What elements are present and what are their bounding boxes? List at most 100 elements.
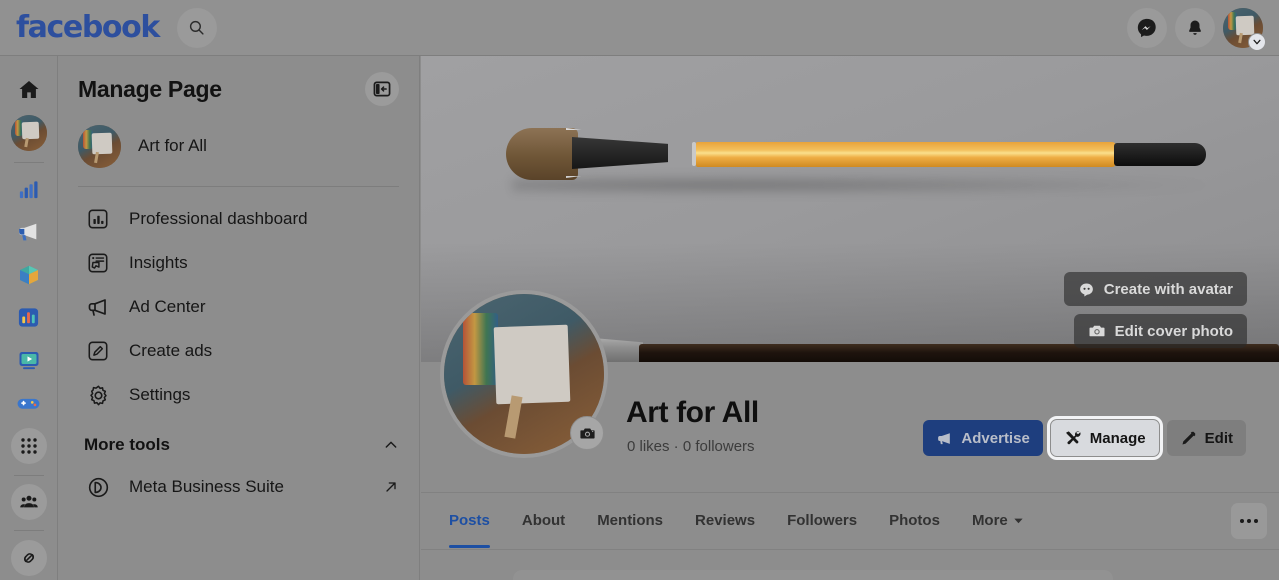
profile-picture-container xyxy=(440,290,608,458)
insights-icon xyxy=(84,252,112,274)
sidebar-item-professional-dashboard[interactable]: Professional dashboard xyxy=(78,197,399,241)
tab-more[interactable]: More xyxy=(956,493,1040,548)
page-action-buttons: Advertise Manage Edit xyxy=(923,416,1246,460)
edit-label: Edit xyxy=(1204,429,1233,447)
avatar-icon xyxy=(1078,281,1095,298)
messenger-icon xyxy=(1136,17,1158,39)
home-icon xyxy=(17,78,41,102)
camera-icon xyxy=(1088,322,1106,340)
manage-label: Manage xyxy=(1089,429,1146,447)
sidebar-page-row[interactable]: Art for All xyxy=(78,124,399,168)
rail-item-all-shortcuts[interactable] xyxy=(7,426,51,467)
rail-item-home[interactable] xyxy=(7,70,51,111)
create-with-avatar-button[interactable]: Create with avatar xyxy=(1063,272,1247,306)
megaphone-icon xyxy=(84,295,112,319)
page-tabs-bar: Posts About Mentions Reviews Followers P… xyxy=(421,492,1279,548)
collapse-panel-button[interactable] xyxy=(365,72,399,106)
rail-divider-3 xyxy=(13,530,44,532)
tab-reviews[interactable]: Reviews xyxy=(679,493,771,548)
rail-divider xyxy=(13,161,44,163)
more-tools-label: More tools xyxy=(84,435,170,454)
posts-content-area xyxy=(421,549,1279,580)
rail-item-ad-center[interactable] xyxy=(7,211,51,252)
rail-item-professional-dashboard[interactable] xyxy=(7,169,51,210)
tab-label: Followers xyxy=(787,512,858,529)
sidebar-item-ad-center[interactable]: Ad Center xyxy=(78,285,399,329)
facebook-logo[interactable]: facebook xyxy=(16,12,160,43)
rail-item-video[interactable] xyxy=(7,340,51,381)
rail-item-marketplace[interactable] xyxy=(7,254,51,295)
page-root: facebook Manage Page Art for All Profess… xyxy=(0,0,1279,580)
megaphone-icon xyxy=(16,219,41,244)
composer-card[interactable] xyxy=(513,570,1113,580)
bell-icon xyxy=(1185,18,1205,38)
bar-chart-icon xyxy=(17,178,40,201)
rail-item-groups[interactable] xyxy=(7,481,51,522)
top-navigation-bar: facebook xyxy=(0,0,1279,56)
manage-page-sidebar: Manage Page Art for All Professional das… xyxy=(58,56,420,580)
tab-posts[interactable]: Posts xyxy=(433,493,506,548)
tab-label: More xyxy=(971,512,1008,529)
dashboard-icon xyxy=(84,208,112,230)
pencil-square-icon xyxy=(84,340,112,362)
tab-label: About xyxy=(521,512,566,529)
collapse-panel-icon xyxy=(373,80,391,98)
page-avatar xyxy=(78,124,121,168)
notifications-button[interactable] xyxy=(1175,7,1215,48)
tab-label: Posts xyxy=(449,512,490,529)
messenger-button[interactable] xyxy=(1127,7,1167,48)
rail-item-links[interactable] xyxy=(7,537,51,578)
sidebar-divider xyxy=(78,186,399,187)
left-icon-rail xyxy=(0,56,58,580)
tab-label: Photos xyxy=(889,512,940,529)
pencil-icon xyxy=(1180,430,1197,447)
account-menu-button[interactable] xyxy=(1223,7,1266,51)
groups-icon xyxy=(10,483,47,520)
tab-label: Mentions xyxy=(597,512,664,529)
tab-about[interactable]: About xyxy=(506,493,581,548)
rail-item-insights[interactable] xyxy=(7,297,51,338)
edit-button[interactable]: Edit xyxy=(1166,420,1246,456)
meta-business-suite-icon xyxy=(84,476,112,499)
search-icon xyxy=(188,19,205,36)
sidebar-item-label: Create ads xyxy=(129,341,213,360)
more-tools-section-header[interactable]: More tools xyxy=(78,425,399,465)
search-button[interactable] xyxy=(176,7,217,48)
tabs-more-options-button[interactable] xyxy=(1231,502,1267,539)
sidebar-item-label: Settings xyxy=(129,385,191,404)
sidebar-item-label: Insights xyxy=(129,253,188,272)
create-with-avatar-label: Create with avatar xyxy=(1103,280,1233,298)
grid-menu-icon xyxy=(10,428,47,465)
sidebar-item-label: Professional dashboard xyxy=(129,209,308,228)
manage-button[interactable]: Manage xyxy=(1046,416,1163,460)
profile-avatar-icon xyxy=(10,115,47,152)
edit-cover-photo-button[interactable]: Edit cover photo xyxy=(1073,314,1247,348)
cover-photo-actions: Create with avatar Edit cover photo xyxy=(1063,272,1247,348)
page-name-label: Art for All xyxy=(138,136,207,155)
tab-photos[interactable]: Photos xyxy=(873,493,956,548)
rail-item-profile[interactable] xyxy=(7,113,51,154)
sidebar-item-label: Meta Business Suite xyxy=(129,477,284,496)
sidebar-item-meta-business-suite[interactable]: Meta Business Suite xyxy=(78,465,399,509)
sidebar-header: Manage Page xyxy=(78,72,399,106)
tab-label: Reviews xyxy=(695,512,756,529)
advertise-label: Advertise xyxy=(961,429,1030,447)
page-stats: 0 likes · 0 followers xyxy=(627,438,755,455)
sidebar-item-label: Ad Center xyxy=(129,297,206,316)
tab-followers[interactable]: Followers xyxy=(771,493,873,548)
rail-item-gaming[interactable] xyxy=(7,383,51,424)
gaming-icon xyxy=(16,391,41,416)
sidebar-item-create-ads[interactable]: Create ads xyxy=(78,329,399,373)
rail-divider-2 xyxy=(13,474,44,476)
cube-icon xyxy=(17,263,41,287)
edit-profile-picture-button[interactable] xyxy=(570,416,604,450)
advertise-button[interactable]: Advertise xyxy=(923,420,1043,456)
more-options-icon xyxy=(1240,518,1258,523)
edit-cover-photo-label: Edit cover photo xyxy=(1114,322,1233,340)
sidebar-item-settings[interactable]: Settings xyxy=(78,373,399,417)
video-icon xyxy=(17,348,41,372)
megaphone-icon xyxy=(936,430,953,447)
tab-mentions[interactable]: Mentions xyxy=(581,493,679,548)
caret-down-icon xyxy=(1013,515,1024,526)
sidebar-item-insights[interactable]: Insights xyxy=(78,241,399,285)
